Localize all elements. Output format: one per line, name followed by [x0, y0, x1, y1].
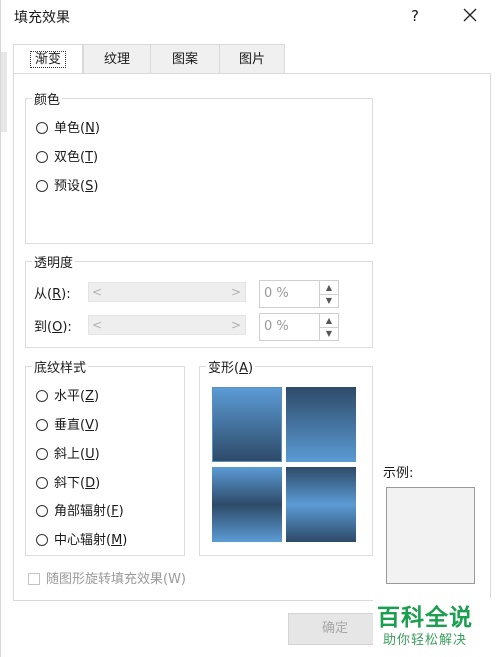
colors-group: 颜色 单色(N) 双色(T) 预设(S)	[25, 89, 373, 244]
spinner-up-icon[interactable]: ▲	[320, 281, 338, 295]
tab-pattern[interactable]: 图案	[150, 44, 220, 74]
to-transparency-spinner[interactable]: 0 % ▲ ▼	[259, 313, 339, 341]
tab-label: 图案	[171, 52, 198, 67]
radio-from-corner[interactable]: 角部辐射(F)	[36, 502, 124, 522]
variant-4[interactable]	[286, 467, 356, 542]
chevron-left-icon: <	[92, 285, 103, 299]
radio-two-colors[interactable]: 双色(T)	[36, 148, 98, 168]
colors-group-label: 颜色	[32, 89, 63, 108]
chevron-right-icon: >	[230, 318, 241, 332]
title-bar: 填充效果 ?	[1, 0, 500, 34]
radio-diagonal-up[interactable]: 斜上(U)	[36, 445, 100, 465]
watermark-subtitle: 助你轻松解决	[383, 633, 468, 648]
spinner-down-icon[interactable]: ▼	[320, 327, 338, 340]
tab-picture[interactable]: 图片	[219, 44, 285, 74]
rotate-with-shape-label: 随图形旋转填充效果(W)	[46, 572, 186, 587]
transparency-group: 透明度 从(R): < > 0 % ▲ ▼ 到(O): < > 0 % ▲ ▼	[25, 252, 373, 348]
to-transparency-slider[interactable]: < >	[88, 315, 246, 335]
fill-effects-dialog: 填充效果 ? 渐变 纹理 图案 图片 颜色 单色(N) 双色(T) 预设(S)	[0, 0, 500, 657]
close-button[interactable]	[457, 4, 483, 28]
tab-label: 图片	[238, 52, 265, 67]
spinner-up-icon[interactable]: ▲	[320, 314, 338, 328]
from-transparency-value: 0 %	[264, 286, 289, 301]
from-transparency-spinner[interactable]: 0 % ▲ ▼	[259, 280, 339, 308]
watermark: 百科全说 助你轻松解决	[373, 598, 493, 650]
variant-3[interactable]	[212, 467, 282, 542]
radio-vertical[interactable]: 垂直(V)	[36, 416, 99, 436]
radio-circle	[36, 419, 48, 431]
radio-circle	[36, 448, 48, 460]
radio-circle	[36, 505, 48, 517]
spinner-down-icon[interactable]: ▼	[320, 294, 338, 307]
help-button[interactable]: ?	[403, 4, 427, 28]
rotate-with-shape-checkbox[interactable]: 随图形旋转填充效果(W)	[28, 568, 186, 587]
preview-box	[386, 487, 475, 584]
preview-label: 示例:	[383, 466, 414, 481]
shading-styles-group-label: 底纹样式	[32, 357, 89, 376]
from-label: 从(R):	[34, 287, 71, 302]
chevron-left-icon: <	[92, 318, 103, 332]
radio-circle	[36, 180, 48, 192]
shading-styles-group: 底纹样式 水平(Z) 垂直(V) 斜上(U) 斜下(D) 角部辐射(F) 中心辐…	[25, 357, 185, 556]
from-transparency-slider[interactable]: < >	[88, 282, 246, 302]
radio-circle	[36, 477, 48, 489]
close-icon	[463, 8, 477, 22]
watermark-title: 百科全说	[377, 605, 473, 631]
chevron-right-icon: >	[230, 285, 241, 299]
transparency-group-label: 透明度	[32, 252, 76, 271]
radio-circle	[36, 122, 48, 134]
to-label: 到(O):	[34, 320, 72, 335]
tab-texture[interactable]: 纹理	[83, 44, 151, 74]
to-transparency-value: 0 %	[264, 319, 289, 334]
radio-circle	[36, 534, 48, 546]
radio-from-center[interactable]: 中心辐射(M)	[36, 531, 127, 551]
radio-circle	[36, 151, 48, 163]
variant-2[interactable]	[286, 387, 356, 462]
radio-circle	[36, 390, 48, 402]
dialog-title: 填充效果	[14, 10, 70, 26]
radio-one-color[interactable]: 单色(N)	[36, 119, 100, 139]
background-window-edge	[1, 52, 7, 132]
variants-group-label: 变形(A)	[206, 357, 256, 376]
radio-preset[interactable]: 预设(S)	[36, 177, 98, 197]
radio-diagonal-down[interactable]: 斜下(D)	[36, 474, 100, 494]
checkbox-box	[28, 573, 40, 585]
radio-horizontal[interactable]: 水平(Z)	[36, 387, 99, 407]
tab-label: 纹理	[103, 52, 130, 67]
tab-gradient[interactable]: 渐变	[13, 44, 83, 75]
variants-group: 变形(A)	[199, 357, 373, 556]
variant-1[interactable]	[212, 387, 282, 462]
ok-button[interactable]: 确定	[288, 613, 382, 645]
tab-label: 渐变	[29, 51, 67, 68]
